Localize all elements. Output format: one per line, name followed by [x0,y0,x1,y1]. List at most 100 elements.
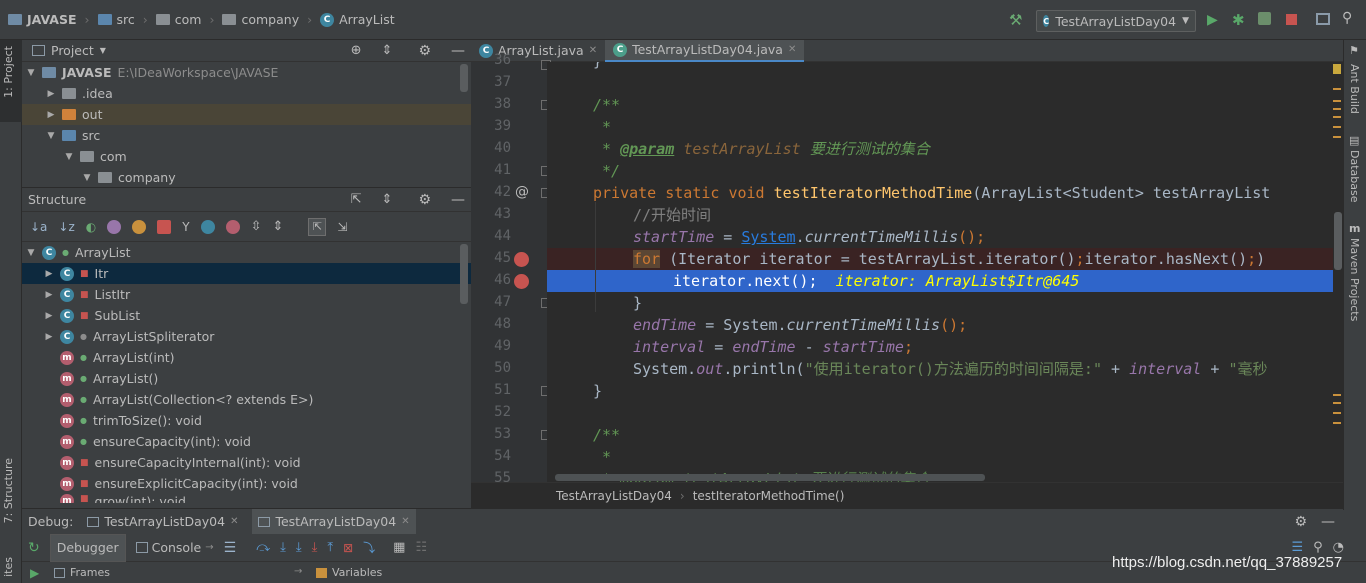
show-execution-point-icon[interactable]: ⤼ [256,540,270,555]
show-anonymous-icon[interactable]: Y [182,220,189,234]
debug-session-tab[interactable]: TestArrayListDay04 ✕ [87,514,238,529]
show-properties-icon[interactable] [107,219,122,234]
warning-marker[interactable] [1333,394,1341,396]
rerun-icon[interactable]: ↻ [28,540,40,556]
tab-testarraylistday04[interactable]: C TestArrayListDay04.java ✕ [605,39,805,62]
database-tool-tab[interactable]: ▤ Database [1344,132,1366,212]
debugger-tab[interactable]: Debugger [49,533,126,562]
structure-item-method[interactable]: m ■ ensureExplicitCapacity(int): void [26,473,471,494]
maven-tool-tab[interactable]: m Maven Projects [1344,220,1366,330]
coverage-icon[interactable] [1258,12,1271,25]
structure-item-method[interactable]: m ● ArrayList() [26,368,471,389]
collapse-icon[interactable]: ⇕ [273,219,284,234]
breadcrumb-method[interactable]: testIteratorMethodTime() [693,489,845,503]
breadcrumb-project[interactable]: JAVASE [8,12,77,27]
close-icon[interactable]: ✕ [788,44,796,55]
breakpoint-icon[interactable] [514,274,529,289]
evaluate-expression-icon[interactable]: ▦ [393,540,405,555]
code-editor[interactable]: } /** * * @param testArrayList 要进行测试的集合 … [547,62,1333,482]
warning-marker[interactable] [1333,126,1341,128]
structure-item-method[interactable]: m ● trimToSize(): void [26,410,471,431]
chevron-down-icon[interactable]: ▼ [100,46,106,55]
tree-item-idea[interactable]: ▶ .idea [26,83,471,104]
warning-marker[interactable] [1333,88,1341,90]
sort-by-visibility-icon[interactable]: ↓a [30,220,47,234]
build-hammer-icon[interactable]: ⚒ [1009,11,1022,29]
expand-arrow-icon[interactable]: ▼ [26,248,36,258]
collapse-all-icon[interactable]: ⇕ [382,192,393,207]
debug-icon[interactable]: ✱ [1232,11,1245,29]
debug-session-tab-active[interactable]: TestArrayListDay04 ✕ [252,508,416,535]
warning-marker[interactable] [1333,100,1341,102]
structure-scrollbar[interactable] [460,244,468,304]
variables-section[interactable]: Variables [316,566,382,579]
layout-icon[interactable]: ☰ [224,540,237,556]
trace-icon[interactable]: ☷ [415,540,427,555]
structure-item-method[interactable]: m ● ArrayList(int) [26,347,471,368]
breadcrumb-company[interactable]: company [222,12,299,27]
warning-marker[interactable] [1333,64,1341,74]
scroll-thumb[interactable] [1334,212,1342,270]
favorites-tool-tab[interactable]: ites [0,555,22,583]
frames-section[interactable]: Frames [54,566,110,579]
warning-marker[interactable] [1333,116,1341,118]
autoscroll-from-source-icon[interactable]: ⇲ [337,220,347,234]
warning-marker[interactable] [1333,136,1341,138]
sort-alpha-icon[interactable]: ↓z [58,220,74,234]
run-configuration-select[interactable]: C TestArrayListDay04 ▼ [1036,10,1196,32]
mute-breakpoints-icon[interactable]: ⚲ [1313,540,1323,555]
expand-arrow-icon[interactable]: ▶ [46,89,56,99]
run-icon[interactable]: ▶ [1207,12,1218,28]
structure-item-spliterator[interactable]: ▶ C ● ArrayListSpliterator [26,326,471,347]
restore-layout-icon[interactable]: ◔ [1333,540,1344,555]
warning-marker[interactable] [1333,412,1341,414]
gear-icon[interactable]: ⚙ [1294,514,1307,530]
run-to-cursor-icon[interactable]: ⤵ [363,539,375,556]
override-annotation-icon[interactable]: @ [515,184,529,200]
structure-item-listitr[interactable]: ▶ C ■ ListItr [26,284,471,305]
gear-icon[interactable]: ⚙ [418,192,431,208]
breadcrumb-src[interactable]: src [97,12,135,27]
hide-icon[interactable]: — [451,43,465,59]
autoscroll-to-source-icon[interactable]: ⇱ [308,217,327,236]
warning-marker[interactable] [1333,402,1341,404]
show-fields-icon[interactable] [132,219,147,234]
structure-item-method[interactable]: m ● ArrayList(Collection<? extends E>) [26,389,471,410]
console-tab[interactable]: Console → [135,540,214,555]
expand-arrow-icon[interactable]: ▶ [46,110,56,120]
structure-item-method[interactable]: m ■ grow(int): void [26,494,471,503]
structure-tool-tab[interactable]: 7: Structure [0,452,22,540]
tree-item-company[interactable]: ▼ company [26,167,471,188]
locate-icon[interactable]: ⊕ [351,43,362,58]
expand-arrow-icon[interactable]: ▶ [44,332,54,342]
force-step-into-icon[interactable]: ⤓ [312,540,318,555]
project-structure-icon[interactable] [1316,13,1330,25]
breadcrumb-com[interactable]: com [155,12,201,27]
search-icon[interactable]: ⚲ [1342,10,1352,26]
hide-icon[interactable]: — [1321,514,1335,530]
tree-item-src[interactable]: ▼ src [26,125,471,146]
expand-arrow-icon[interactable]: ▼ [82,173,92,183]
project-tool-tab[interactable]: 1: Project [0,40,22,122]
close-icon[interactable]: ✕ [230,516,238,527]
step-out-icon[interactable]: ⤒ [327,540,333,555]
expand-arrow-icon[interactable]: ▼ [64,152,74,162]
show-non-public-icon[interactable] [157,219,172,234]
tree-item-out[interactable]: ▶ out [22,104,471,125]
step-into-icon[interactable]: ⤓ [296,540,302,555]
step-over-icon[interactable]: ⤓ [280,540,286,555]
show-inherited-icon[interactable]: ◐ [86,220,96,234]
structure-item-method[interactable]: m ● ensureCapacity(int): void [26,431,471,452]
show-lambdas-icon[interactable] [225,219,240,234]
project-view-selector[interactable]: Project [51,43,94,58]
project-scrollbar[interactable] [460,64,468,92]
structure-root[interactable]: ▼ C ● ArrayList [26,242,471,263]
horizontal-scrollbar[interactable] [555,474,985,481]
tree-item-com[interactable]: ▼ com [26,146,471,167]
expand-arrow-icon[interactable]: ▶ [44,290,54,300]
expand-arrow-icon[interactable]: ▼ [46,131,56,141]
expand-arrow-icon[interactable]: ▶ [44,269,54,279]
expand-arrow-icon[interactable]: ▼ [26,68,36,78]
warning-marker[interactable] [1333,108,1341,110]
breadcrumb-class[interactable]: TestArrayListDay04 [556,489,672,503]
